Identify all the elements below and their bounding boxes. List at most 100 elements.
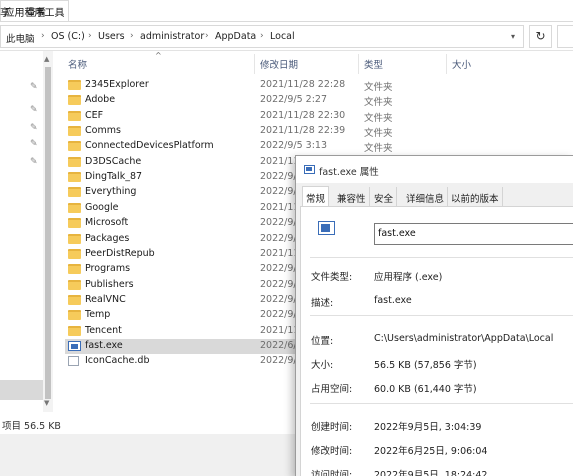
file-row[interactable]: Adobe 2022/9/5 2:27 文件夹 — [65, 93, 573, 108]
file-date: 2022/9/ — [260, 278, 297, 290]
column-divider[interactable] — [358, 54, 359, 74]
divider — [310, 315, 573, 316]
pin-icon: ✎ — [30, 157, 38, 167]
folder-icon — [68, 110, 81, 121]
folder-icon — [68, 126, 81, 137]
tab-general[interactable]: 常规 — [302, 186, 330, 207]
folder-icon — [68, 294, 81, 305]
nav-scrollbar[interactable]: ▲ ▼ — [43, 51, 53, 412]
file-type-value: 应用程序 (.exe) — [374, 272, 443, 283]
pin-icon: ✎ — [30, 105, 38, 115]
folder-icon — [68, 202, 81, 213]
breadcrumb-separator[interactable]: › — [130, 31, 134, 41]
description-value: fast.exe — [374, 295, 412, 306]
folder-icon — [68, 80, 81, 90]
dialog-title: fast.exe 属性 — [319, 167, 379, 178]
breadcrumb-separator[interactable]: › — [205, 31, 209, 41]
breadcrumb-this-pc[interactable]: 此电脑 — [6, 31, 35, 45]
file-name: IconCache.db — [85, 355, 150, 367]
file-name: Temp — [85, 309, 111, 321]
file-date: 2022/9/ — [260, 355, 297, 367]
breadcrumb-drive[interactable]: OS (C:) — [51, 31, 85, 42]
address-row: 此电脑 › OS (C:) › Users › administrator › … — [0, 22, 573, 51]
file-type: 文件夹 — [364, 143, 393, 155]
filename-field[interactable]: fast.exe — [374, 223, 573, 245]
ribbon: 享 查看 应用程序工具 — [0, 0, 573, 22]
file-name: Tencent — [85, 324, 122, 336]
tab-previous-versions[interactable]: 以前的版本 — [448, 187, 503, 206]
file-name: Comms — [85, 125, 121, 137]
breadcrumb-separator[interactable]: › — [41, 31, 45, 41]
file-type-label: 文件类型: — [311, 272, 353, 283]
size-on-disk-label: 占用空间: — [311, 384, 353, 395]
tab-security[interactable]: 安全 — [371, 187, 398, 206]
application-icon — [68, 340, 81, 351]
status-item-info: 项目 56.5 KB — [2, 421, 61, 432]
file-name: PeerDistRepub — [85, 247, 155, 259]
folder-icon — [68, 172, 81, 183]
navigation-pane: ✎ ✎ ✎ ✎ ✎ — [0, 51, 43, 412]
tab-compatibility[interactable]: 兼容性 — [334, 187, 370, 206]
file-type: 文件夹 — [364, 82, 393, 93]
file-date: 2022/9/ — [260, 293, 297, 305]
modified-label: 修改时间: — [311, 446, 353, 457]
file-row[interactable]: 2345Explorer 2021/11/28 22:28 文件夹 — [65, 78, 573, 93]
accessed-label: 访问时间: — [311, 470, 353, 476]
file-name: D3DSCache — [85, 155, 142, 167]
column-header-type[interactable]: 类型 — [364, 57, 383, 71]
location-value: C:\Users\administrator\AppData\Local — [374, 333, 554, 344]
file-date: 2022/9/ — [260, 186, 297, 198]
tab-details[interactable]: 详细信息 — [403, 187, 449, 206]
folder-icon — [68, 95, 81, 106]
column-divider[interactable] — [446, 54, 447, 74]
column-header-date[interactable]: 修改日期 — [260, 57, 298, 71]
refresh-icon[interactable]: ↻ — [529, 25, 552, 48]
file-date: 2021/11 — [260, 324, 300, 336]
pin-icon: ✎ — [30, 82, 38, 92]
application-icon — [318, 221, 335, 235]
folder-icon — [68, 325, 81, 336]
ribbon-tab-share[interactable]: 享 — [0, 4, 10, 19]
scroll-down-icon[interactable]: ▼ — [44, 399, 49, 407]
file-row[interactable]: ConnectedDevicesPlatform 2022/9/5 3:13 文件夹 — [65, 139, 573, 154]
file-date: 2022/9/ — [260, 217, 297, 229]
chevron-down-icon[interactable]: ▾ — [511, 32, 515, 41]
breadcrumb-administrator[interactable]: administrator — [140, 31, 204, 42]
search-input[interactable] — [557, 25, 573, 48]
accessed-value: 2022年9月5日, 18:24:42 — [374, 470, 488, 476]
breadcrumb-appdata[interactable]: AppData — [215, 31, 256, 42]
file-date: 2021/11 — [260, 247, 300, 259]
folder-icon — [68, 187, 81, 198]
breadcrumb-separator[interactable]: › — [260, 31, 264, 41]
description-label: 描述: — [311, 298, 334, 309]
file-row[interactable]: Comms 2021/11/28 22:39 文件夹 — [65, 124, 573, 139]
scroll-up-icon[interactable]: ▲ — [44, 55, 49, 63]
folder-icon — [68, 218, 81, 229]
file-date: 2022/9/5 3:13 — [260, 140, 328, 152]
dialog-general-panel: fast.exe 文件类型: 应用程序 (.exe) 描述: fast.exe … — [300, 206, 573, 476]
file-date: 2022/6/ — [260, 339, 297, 351]
nav-scrollbar-thumb[interactable] — [45, 67, 51, 399]
breadcrumb-local[interactable]: Local — [270, 31, 295, 42]
divider — [310, 403, 573, 404]
breadcrumb-users[interactable]: Users — [98, 31, 125, 42]
nav-item-selected[interactable] — [0, 380, 43, 400]
file-date: 2022/9/ — [260, 171, 297, 183]
breadcrumb-separator[interactable]: › — [88, 31, 92, 41]
folder-icon — [68, 248, 81, 259]
file-icon — [68, 356, 79, 367]
dialog-titlebar[interactable]: fast.exe 属性 — [296, 156, 573, 183]
application-icon — [304, 165, 315, 174]
file-name: ConnectedDevicesPlatform — [85, 140, 214, 152]
properties-dialog: fast.exe 属性 常规 兼容性 安全 详细信息 以前的版本 fast.ex… — [295, 155, 573, 476]
modified-value: 2022年6月25日, 9:06:04 — [374, 446, 488, 457]
file-row[interactable]: CEF 2021/11/28 22:30 文件夹 — [65, 109, 573, 124]
address-bar[interactable]: 此电脑 › OS (C:) › Users › administrator › … — [0, 25, 524, 48]
folder-icon — [68, 264, 81, 275]
column-header-size[interactable]: 大小 — [452, 57, 471, 71]
file-date: 2021/11 — [260, 155, 300, 167]
ribbon-tab-view[interactable]: 查看 — [26, 4, 46, 19]
column-divider[interactable] — [254, 54, 255, 74]
column-header-name[interactable]: 名称 — [68, 57, 87, 71]
file-name: Programs — [85, 263, 131, 275]
